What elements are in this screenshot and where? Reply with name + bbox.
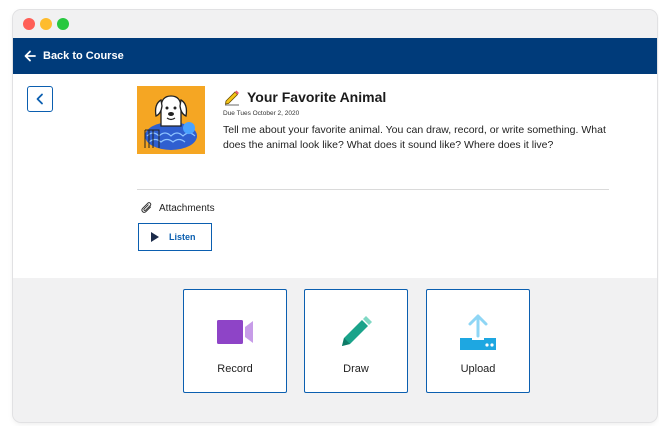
app-window: Back to Course Your Favorite Animal Due … [13, 10, 657, 422]
back-to-course-link[interactable]: Back to Course [23, 38, 124, 74]
upload-label: Upload [460, 363, 496, 375]
assignment-details: Your Favorite Animal Due Tues October 2,… [223, 86, 613, 153]
minimize-window-button[interactable] [40, 18, 52, 30]
listen-label: Listen [169, 232, 196, 242]
arrow-left-icon [24, 50, 36, 62]
draw-label: Draw [343, 363, 369, 375]
submission-actions: Record Draw Upload [13, 278, 657, 422]
listen-button[interactable]: Listen [138, 223, 212, 251]
upload-card[interactable]: Upload [426, 289, 530, 393]
draw-card[interactable]: Draw [304, 289, 408, 393]
back-to-course-label: Back to Course [43, 50, 124, 62]
title-bar [13, 10, 657, 38]
assignment-thumbnail [137, 86, 205, 154]
top-nav-bar: Back to Course [13, 38, 657, 74]
pencil-icon [225, 90, 239, 106]
assignment-description: Tell me about your favorite animal. You … [223, 124, 606, 151]
back-button[interactable] [27, 86, 53, 112]
dog-illustration-icon [137, 86, 205, 154]
record-label: Record [217, 363, 253, 375]
card-icon-wrap [427, 312, 529, 352]
maximize-window-button[interactable] [57, 18, 69, 30]
due-date: Due Tues October 2, 2020 [223, 110, 300, 117]
paperclip-icon [141, 202, 152, 213]
section-divider [137, 189, 609, 190]
pen-icon [342, 316, 372, 346]
upload-icon [460, 314, 496, 350]
assignment-panel: Your Favorite Animal Due Tues October 2,… [13, 74, 657, 278]
play-icon [151, 232, 159, 242]
assignment-title-row: Your Favorite Animal [223, 86, 613, 108]
card-icon-wrap [305, 312, 407, 352]
close-window-button[interactable] [23, 18, 35, 30]
video-camera-icon [217, 320, 253, 344]
attachments-header: Attachments [141, 202, 215, 214]
card-icon-wrap [184, 312, 286, 352]
attachments-label: Attachments [159, 202, 215, 214]
record-card[interactable]: Record [183, 289, 287, 393]
assignment-title: Your Favorite Animal [247, 89, 387, 105]
chevron-left-icon [36, 93, 43, 105]
